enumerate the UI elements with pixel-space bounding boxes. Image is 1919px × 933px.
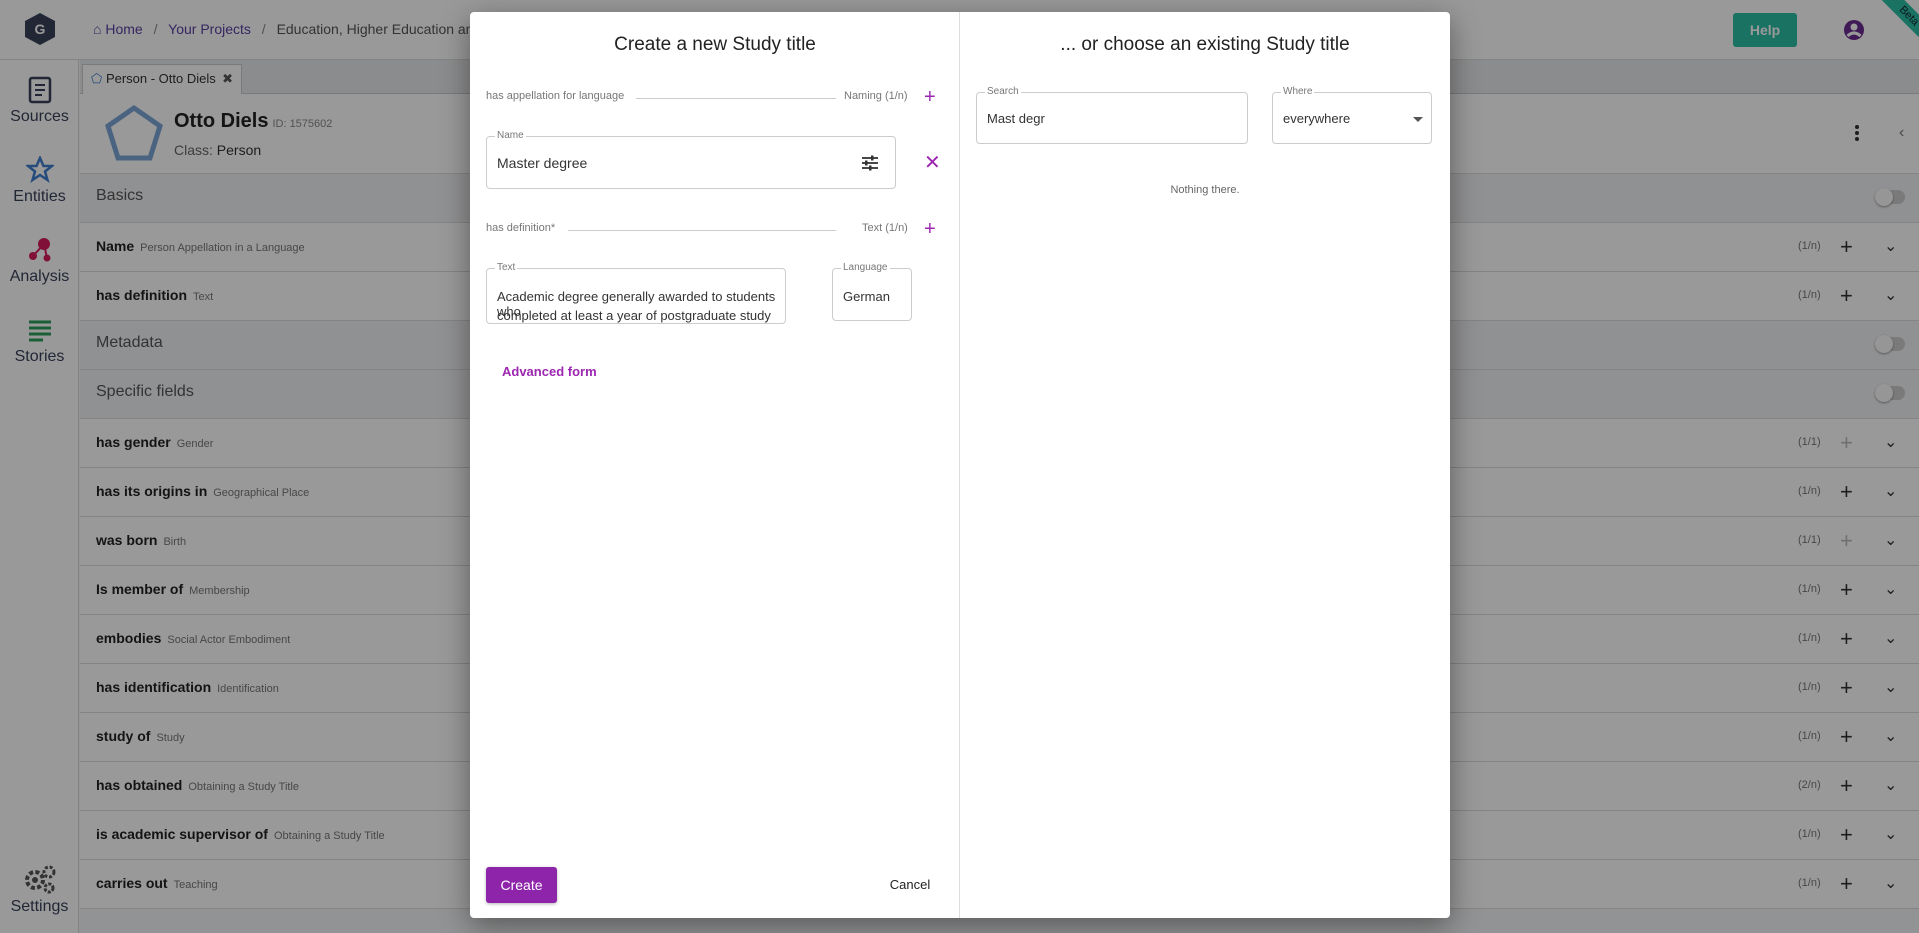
language-field-value[interactable]: German (843, 289, 890, 304)
where-field-label: Where (1281, 86, 1315, 97)
definition-section-label: has definition* (486, 222, 556, 234)
appellation-section-label: has appellation for language (486, 90, 625, 102)
definition-count: Text (1/n) (862, 222, 908, 234)
search-field-label: Search (985, 86, 1021, 97)
choose-pane-title: ... or choose an existing Study title (1060, 34, 1350, 55)
search-field-value[interactable]: Mast degr (987, 111, 1045, 126)
divider (636, 98, 836, 99)
language-field-label: Language (841, 262, 890, 273)
name-field[interactable]: Name Master degree (486, 130, 896, 189)
definition-text-field[interactable]: Text Academic degree generally awarded t… (486, 262, 786, 324)
divider (568, 230, 836, 231)
add-definition-icon[interactable]: + (924, 219, 936, 239)
choose-existing-pane: ... or choose an existing Study title Se… (960, 12, 1450, 918)
create-pane: Create a new Study title has appellation… (470, 12, 960, 918)
dropdown-arrow-icon[interactable] (1413, 117, 1423, 122)
text-field-label: Text (495, 262, 518, 273)
search-input[interactable]: Search Mast degr (976, 86, 1248, 144)
add-appellation-icon[interactable]: + (924, 87, 936, 107)
empty-results-message: Nothing there. (1170, 184, 1240, 196)
where-field-value: everywhere (1283, 111, 1351, 126)
cancel-button[interactable]: Cancel (880, 867, 940, 903)
text-format-options-icon[interactable] (861, 155, 879, 171)
create-pane-title: Create a new Study title (614, 34, 816, 55)
name-field-label: Name (495, 130, 526, 141)
remove-name-icon[interactable]: ✕ (924, 150, 941, 175)
advanced-form-link[interactable]: Advanced form (502, 364, 597, 379)
where-select[interactable]: Where everywhere (1272, 86, 1432, 144)
create-button[interactable]: Create (486, 867, 557, 903)
text-field-line-2[interactable]: completed at least a year of postgraduat… (497, 308, 771, 323)
language-field[interactable]: Language German (832, 262, 912, 321)
appellation-count: Naming (1/n) (844, 90, 908, 102)
create-or-select-dialog: Create a new Study title has appellation… (470, 12, 1450, 918)
name-field-value[interactable]: Master degree (497, 155, 587, 171)
